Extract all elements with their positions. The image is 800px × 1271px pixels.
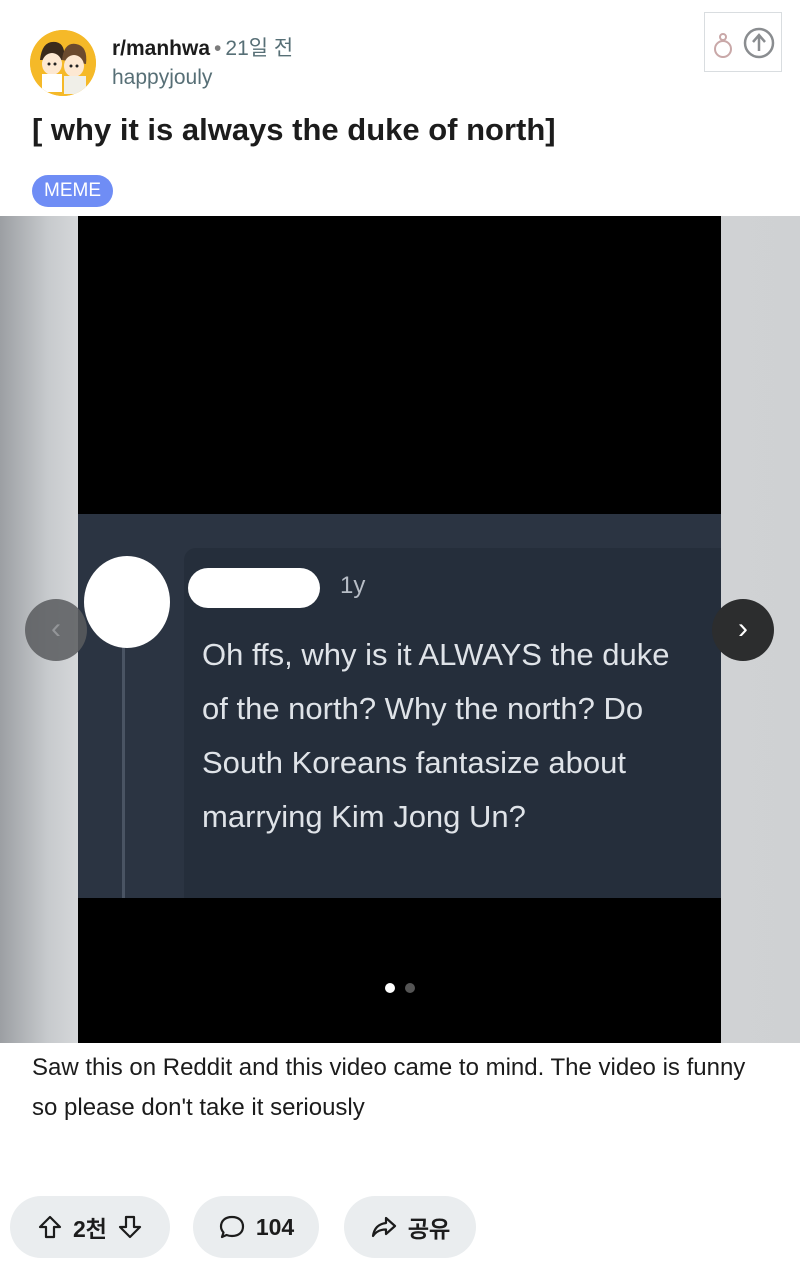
avatar[interactable] (30, 30, 96, 96)
post-time: 21일 전 (225, 37, 294, 60)
media-frame: 1y Oh ffs, why is it ALWAYS the duke of … (78, 216, 721, 1043)
comment-count: 104 (255, 1213, 295, 1240)
thread-line (122, 634, 125, 898)
share-icon (371, 1216, 396, 1238)
carousel-dot[interactable] (405, 983, 415, 993)
post-header: r/manhwa • 21일 전 happyjouly (0, 0, 800, 110)
post-meta: r/manhwa • 21일 전 happyjouly (112, 36, 293, 90)
comment-icon (219, 1215, 244, 1239)
carousel-dots (0, 980, 800, 993)
redacted-avatar (84, 556, 170, 648)
chevron-right-icon[interactable]: › (712, 599, 774, 661)
screenshot-comment-text: Oh ffs, why is it ALWAYS the duke of the… (202, 637, 670, 834)
carousel-dot[interactable] (385, 983, 395, 993)
post-title[interactable]: [ why it is always the duke of north] (32, 108, 772, 152)
meta-separator: • (214, 37, 222, 60)
share-label: 공유 (407, 1216, 451, 1242)
corner-button[interactable] (704, 12, 782, 72)
redacted-username (188, 568, 320, 608)
corner-icon (714, 27, 775, 59)
downvote-icon[interactable] (117, 1214, 143, 1240)
media-carousel[interactable]: 1y Oh ffs, why is it ALWAYS the duke of … (0, 216, 800, 1043)
subreddit-line: r/manhwa • 21일 전 (112, 36, 293, 62)
upvote-icon[interactable] (37, 1214, 63, 1240)
post-flair[interactable]: MEME (32, 175, 113, 207)
vote-pill: 2천 (10, 1196, 170, 1258)
avatar-illustration (30, 30, 96, 96)
share-button[interactable]: 공유 (344, 1196, 476, 1258)
post-body: Saw this on Reddit and this video came t… (32, 1054, 746, 1121)
subreddit-name[interactable]: r/manhwa (112, 37, 210, 60)
author-name[interactable]: happyjouly (112, 66, 293, 90)
comments-button[interactable]: 104 (193, 1196, 319, 1258)
chevron-left-icon[interactable]: ‹ (25, 599, 87, 661)
comment-age: 1y (340, 572, 366, 599)
vote-count: 2천 (73, 1216, 107, 1242)
